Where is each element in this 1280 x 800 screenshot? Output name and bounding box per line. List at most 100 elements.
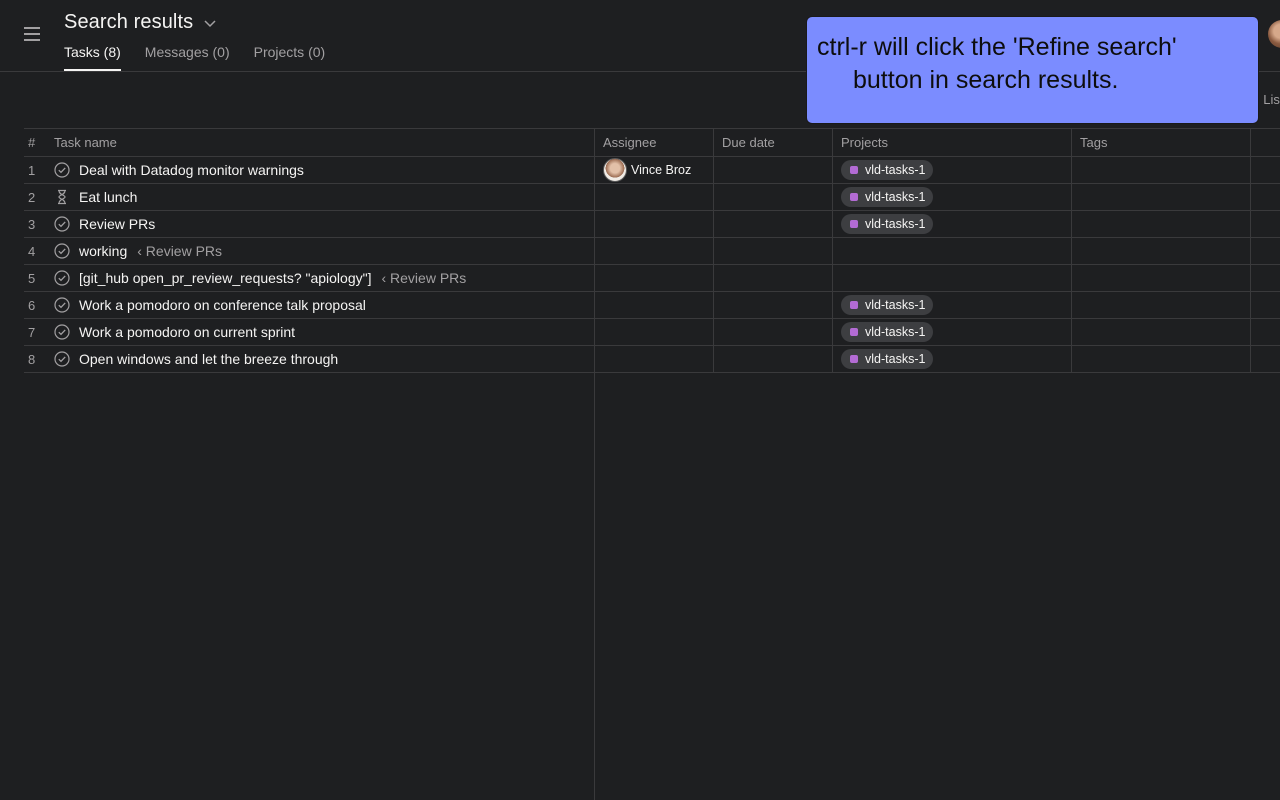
user-avatar[interactable]	[1268, 20, 1280, 48]
task-name[interactable]: working	[79, 243, 127, 259]
extra-cell	[1250, 292, 1280, 318]
due-date-cell[interactable]	[713, 157, 832, 183]
row-number: 8	[28, 351, 36, 367]
table-row[interactable]: 3 Review PRs vld-tasks-1	[24, 211, 1280, 238]
hourglass-icon[interactable]	[54, 189, 70, 205]
projects-cell[interactable]: vld-tasks-1	[832, 292, 1071, 318]
task-name[interactable]: Open windows and let the breeze through	[79, 351, 338, 367]
column-header-projects[interactable]: Projects	[832, 129, 1071, 156]
table-row[interactable]: 6 Work a pomodoro on conference talk prop…	[24, 292, 1280, 319]
column-header-assignee[interactable]: Assignee	[594, 129, 713, 156]
check-circle-icon[interactable]	[54, 162, 70, 178]
extra-cell	[1250, 346, 1280, 372]
assignee-cell[interactable]	[594, 184, 713, 210]
parent-task-link[interactable]: ‹ Review PRs	[381, 270, 466, 286]
table-row[interactable]: 5 [git_hub open_pr_review_requests? "apio…	[24, 265, 1280, 292]
column-divider	[594, 372, 595, 800]
tab-projects[interactable]: Projects (0)	[254, 44, 326, 71]
task-name-cell[interactable]: Open windows and let the breeze through	[54, 346, 594, 372]
column-header-task-name[interactable]: Task name	[54, 129, 594, 156]
task-name[interactable]: Deal with Datadog monitor warnings	[79, 162, 304, 178]
tags-cell[interactable]	[1071, 265, 1250, 291]
task-name[interactable]: Work a pomodoro on conference talk propo…	[79, 297, 366, 313]
assignee-cell[interactable]	[594, 346, 713, 372]
tags-cell[interactable]	[1071, 211, 1250, 237]
tags-cell[interactable]	[1071, 346, 1250, 372]
task-name[interactable]: [git_hub open_pr_review_requests? "apiol…	[79, 270, 371, 286]
row-number: 2	[28, 189, 36, 205]
table-row[interactable]: 2 Eat lunch vld-tasks-1	[24, 184, 1280, 211]
task-name-cell[interactable]: Review PRs	[54, 211, 594, 237]
assignee-cell[interactable]	[594, 265, 713, 291]
projects-cell[interactable]: vld-tasks-1	[832, 319, 1071, 345]
column-header-tags[interactable]: Tags	[1071, 129, 1250, 156]
check-circle-icon[interactable]	[54, 297, 70, 313]
due-date-cell[interactable]	[713, 265, 832, 291]
table-row[interactable]: 4 working ‹ Review PRs	[24, 238, 1280, 265]
assignee-cell[interactable]	[594, 292, 713, 318]
assignee-cell[interactable]	[594, 319, 713, 345]
due-date-cell[interactable]	[713, 319, 832, 345]
task-name-cell[interactable]: working ‹ Review PRs	[54, 238, 594, 264]
check-circle-icon[interactable]	[54, 270, 70, 286]
projects-cell[interactable]: vld-tasks-1	[832, 184, 1071, 210]
tags-cell[interactable]	[1071, 157, 1250, 183]
due-date-cell[interactable]	[713, 238, 832, 264]
projects-cell[interactable]: vld-tasks-1	[832, 346, 1071, 372]
due-date-cell[interactable]	[713, 211, 832, 237]
due-date-cell[interactable]	[713, 346, 832, 372]
tooltip-line-2: button in search results.	[853, 66, 1119, 94]
tags-cell[interactable]	[1071, 319, 1250, 345]
tab-tasks[interactable]: Tasks (8)	[64, 44, 121, 71]
project-pill[interactable]: vld-tasks-1	[841, 295, 934, 315]
table-row[interactable]: 1 Deal with Datadog monitor warnings Vince…	[24, 157, 1280, 184]
due-date-cell[interactable]	[713, 184, 832, 210]
tags-cell[interactable]	[1071, 238, 1250, 264]
task-name-cell[interactable]: Deal with Datadog monitor warnings	[54, 157, 594, 183]
task-name[interactable]: Work a pomodoro on current sprint	[79, 324, 295, 340]
tab-messages[interactable]: Messages (0)	[145, 44, 230, 71]
projects-cell[interactable]: vld-tasks-1	[832, 211, 1071, 237]
project-pill[interactable]: vld-tasks-1	[841, 214, 934, 234]
row-number: 4	[28, 243, 36, 259]
check-circle-icon[interactable]	[54, 351, 70, 367]
chevron-down-icon[interactable]	[203, 16, 217, 30]
projects-cell[interactable]: vld-tasks-1	[832, 157, 1071, 183]
task-name-cell[interactable]: [git_hub open_pr_review_requests? "apiol…	[54, 265, 594, 291]
table-row[interactable]: 7 Work a pomodoro on current sprint vld-ta…	[24, 319, 1280, 346]
column-header-due-date[interactable]: Due date	[713, 129, 832, 156]
table-row[interactable]: 8 Open windows and let the breeze through…	[24, 346, 1280, 373]
project-color-dot	[850, 193, 858, 201]
project-pill[interactable]: vld-tasks-1	[841, 160, 934, 180]
project-color-dot	[850, 220, 858, 228]
project-pill[interactable]: vld-tasks-1	[841, 187, 934, 207]
project-name: vld-tasks-1	[865, 325, 926, 339]
assignee-cell[interactable]	[594, 211, 713, 237]
row-number: 5	[28, 270, 36, 286]
view-toggle-label[interactable]: : Lis	[1256, 92, 1280, 107]
task-name[interactable]: Eat lunch	[79, 189, 137, 205]
task-name-cell[interactable]: Work a pomodoro on current sprint	[54, 319, 594, 345]
project-pill[interactable]: vld-tasks-1	[841, 322, 934, 342]
check-circle-icon[interactable]	[54, 216, 70, 232]
task-name-cell[interactable]: Work a pomodoro on conference talk propo…	[54, 292, 594, 318]
projects-cell[interactable]	[832, 265, 1071, 291]
assignee-cell[interactable]	[594, 238, 713, 264]
project-color-dot	[850, 301, 858, 309]
project-name: vld-tasks-1	[865, 352, 926, 366]
tags-cell[interactable]	[1071, 184, 1250, 210]
due-date-cell[interactable]	[713, 292, 832, 318]
parent-task-link[interactable]: ‹ Review PRs	[137, 243, 222, 259]
menu-icon[interactable]	[24, 27, 40, 41]
projects-cell[interactable]	[832, 238, 1071, 264]
check-circle-icon[interactable]	[54, 324, 70, 340]
task-name[interactable]: Review PRs	[79, 216, 155, 232]
project-color-dot	[850, 166, 858, 174]
project-pill[interactable]: vld-tasks-1	[841, 349, 934, 369]
assignee-cell[interactable]: Vince Broz	[594, 157, 713, 183]
tags-cell[interactable]	[1071, 292, 1250, 318]
table-header-row: # Task name Assignee Due date Projects T…	[24, 128, 1280, 157]
task-name-cell[interactable]: Eat lunch	[54, 184, 594, 210]
project-color-dot	[850, 328, 858, 336]
check-circle-icon[interactable]	[54, 243, 70, 259]
